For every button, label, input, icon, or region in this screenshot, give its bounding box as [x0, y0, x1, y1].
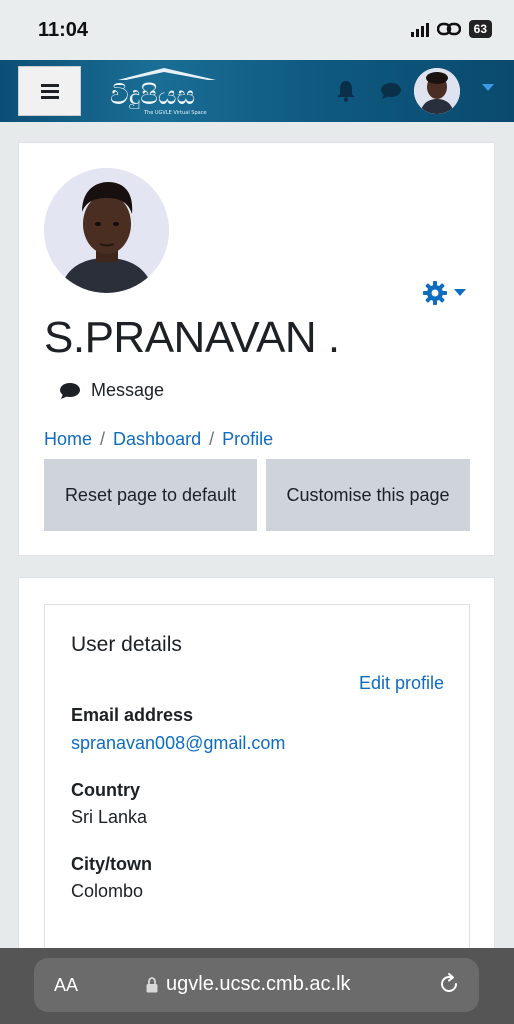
user-avatar-menu[interactable] [414, 68, 460, 114]
field-value-email[interactable]: spranavan008@gmail.com [71, 733, 285, 754]
logo-subtitle: The UGVLE Virtual Space [143, 110, 207, 116]
lock-icon [146, 976, 158, 992]
avatar-image [414, 68, 460, 114]
section-title: User details [71, 633, 182, 656]
text-size-button[interactable]: AA [54, 975, 78, 996]
user-details-card: User details Edit profile Email address … [18, 577, 495, 964]
breadcrumb-profile[interactable]: Profile [222, 429, 273, 450]
url-display[interactable]: ugvle.ucsc.cmb.ac.lk [146, 973, 351, 996]
caret-down-icon [454, 289, 466, 296]
field-label-country: Country [71, 780, 140, 800]
edit-profile-link[interactable]: Edit profile [359, 673, 444, 694]
customise-page-button[interactable]: Customise this page [266, 459, 470, 531]
profile-photo [44, 168, 169, 293]
breadcrumb-dashboard[interactable]: Dashboard [113, 429, 201, 450]
field-label-city: City/town [71, 854, 152, 874]
message-button[interactable]: Message [59, 380, 164, 401]
breadcrumb-separator: / [100, 429, 106, 449]
user-details-section: User details Edit profile Email address … [44, 604, 470, 964]
breadcrumb: Home / Dashboard / Profile [44, 429, 273, 450]
url-text: ugvle.ucsc.cmb.ac.lk [166, 973, 351, 995]
bell-icon[interactable] [336, 80, 356, 102]
site-logo[interactable]: විදුපියස The UGVLE Virtual Space [104, 66, 224, 118]
status-bar: 11:04 63 [0, 0, 514, 60]
top-navbar: විදුපියස The UGVLE Virtual Space [0, 60, 514, 122]
field-value-city: Colombo [71, 881, 144, 901]
link-icon [436, 22, 461, 36]
chat-icon[interactable] [380, 82, 402, 100]
gear-icon [423, 281, 447, 305]
hamburger-button[interactable] [18, 66, 81, 116]
address-bar[interactable]: AA ugvle.ucsc.cmb.ac.lk [34, 958, 479, 1012]
profile-header-card: S.PRANAVAN . Message Home / Dashboard / … [18, 142, 495, 556]
status-time: 11:04 [38, 19, 89, 41]
reset-page-button[interactable]: Reset page to default [44, 459, 257, 531]
breadcrumb-home[interactable]: Home [44, 429, 92, 450]
reload-icon[interactable] [437, 972, 461, 996]
logo-wordmark: විදුපියස [110, 81, 195, 111]
profile-settings-menu[interactable] [422, 280, 466, 306]
profile-full-name: S.PRANAVAN . [44, 313, 340, 362]
field-label-email: Email address [71, 705, 194, 725]
message-icon [60, 382, 80, 399]
browser-toolbar: AA ugvle.ucsc.cmb.ac.lk [0, 948, 514, 1024]
message-label: Message [91, 380, 165, 400]
caret-down-icon[interactable] [482, 84, 494, 92]
profile-picture [44, 168, 169, 293]
status-icons: 63 [410, 20, 492, 38]
signal-icon [410, 21, 429, 37]
logo-graphic: විදුපියස The UGVLE Virtual Space [110, 68, 216, 116]
field-value-country: Sri Lanka [71, 807, 148, 827]
battery-icon: 63 [468, 20, 492, 38]
hamburger-icon [40, 84, 59, 99]
breadcrumb-separator: / [209, 429, 215, 449]
text-size-label: AA [54, 975, 79, 995]
